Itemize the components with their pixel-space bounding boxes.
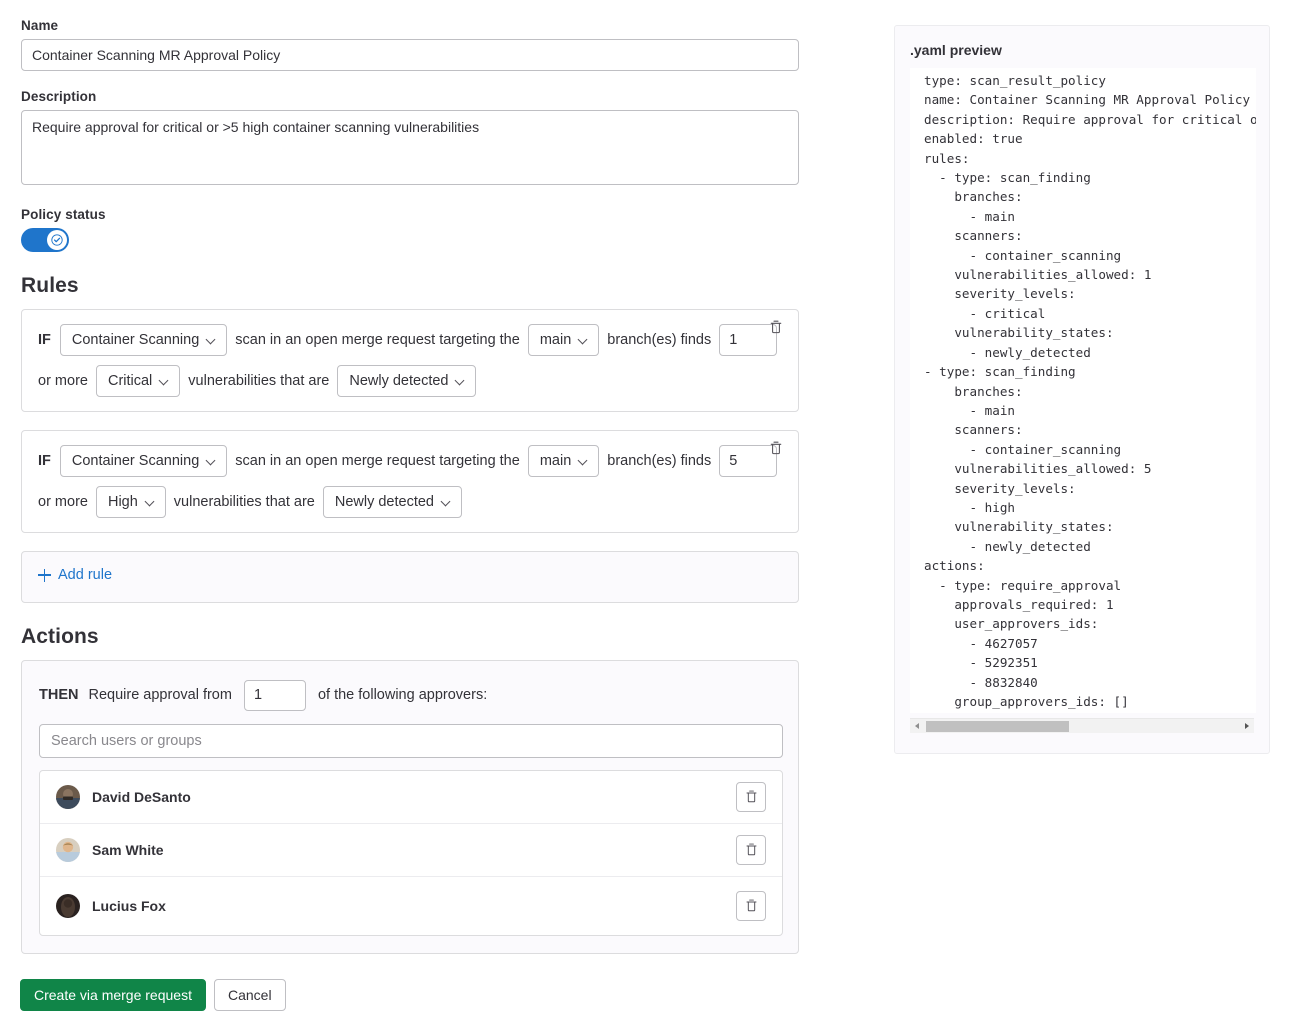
yaml-code-container: type: scan_result_policy name: Container… bbox=[910, 68, 1256, 713]
add-rule-button[interactable]: Add rule bbox=[38, 567, 112, 583]
branch-dropdown[interactable]: main bbox=[528, 445, 599, 477]
form-footer: Create via merge request Cancel bbox=[20, 979, 286, 1011]
rule-branch-suffix: branch(es) finds bbox=[607, 453, 711, 469]
branch-value: main bbox=[540, 453, 571, 469]
scanner-value: Container Scanning bbox=[72, 453, 199, 469]
description-input[interactable]: Require approval for critical or >5 high… bbox=[21, 110, 799, 185]
chevron-down-icon bbox=[146, 497, 156, 507]
approver-name: David DeSanto bbox=[92, 789, 191, 805]
cancel-button[interactable]: Cancel bbox=[214, 979, 286, 1011]
approvals-required-input[interactable] bbox=[244, 680, 306, 711]
remove-approver-button[interactable] bbox=[736, 891, 766, 921]
rule-vuln-text: vulnerabilities that are bbox=[174, 494, 315, 510]
list-item: David DeSanto bbox=[40, 771, 782, 824]
rule-if-label: IF bbox=[38, 453, 51, 469]
description-label: Description bbox=[21, 89, 799, 104]
chevron-down-icon bbox=[160, 376, 170, 386]
scroll-right-arrow-icon[interactable] bbox=[1240, 722, 1254, 730]
trash-icon bbox=[768, 440, 784, 456]
remove-approver-button[interactable] bbox=[736, 782, 766, 812]
delete-rule-button[interactable] bbox=[766, 317, 786, 337]
rule-if-label: IF bbox=[38, 332, 51, 348]
severity-value: High bbox=[108, 494, 138, 510]
add-rule-card: Add rule bbox=[21, 551, 799, 603]
trash-icon bbox=[744, 898, 759, 913]
approver-name: Lucius Fox bbox=[92, 898, 166, 914]
approver-list: David DeSanto bbox=[39, 770, 783, 936]
list-item: Sam White bbox=[40, 824, 782, 877]
actions-card: THEN Require approval from of the follow… bbox=[21, 660, 799, 954]
severity-dropdown[interactable]: Critical bbox=[96, 365, 180, 397]
approver-name: Sam White bbox=[92, 842, 164, 858]
rule-vuln-text: vulnerabilities that are bbox=[188, 373, 329, 389]
approver-search-input[interactable] bbox=[39, 724, 783, 758]
delete-rule-button[interactable] bbox=[766, 438, 786, 458]
state-value: Newly detected bbox=[335, 494, 434, 510]
toggle-knob bbox=[47, 230, 67, 250]
check-icon bbox=[51, 234, 63, 246]
following-approvers-text: of the following approvers: bbox=[318, 687, 487, 703]
trash-icon bbox=[768, 319, 784, 335]
rule-branch-suffix: branch(es) finds bbox=[607, 332, 711, 348]
require-approval-text: Require approval from bbox=[88, 687, 231, 703]
name-input[interactable] bbox=[21, 39, 799, 71]
list-item: Lucius Fox bbox=[40, 877, 782, 935]
rule-mid-text: scan in an open merge request targeting … bbox=[235, 332, 520, 348]
chevron-down-icon bbox=[579, 335, 589, 345]
rule-mid-text: scan in an open merge request targeting … bbox=[235, 453, 520, 469]
chevron-down-icon bbox=[579, 456, 589, 466]
name-label: Name bbox=[21, 18, 799, 33]
rule-card: IF Container Scanning scan in an open me… bbox=[21, 430, 799, 533]
trash-icon bbox=[744, 789, 759, 804]
rule-ormore-label: or more bbox=[38, 373, 88, 389]
then-row: THEN Require approval from of the follow… bbox=[39, 680, 781, 711]
rule-card: IF Container Scanning scan in an open me… bbox=[21, 309, 799, 412]
scrollbar-track[interactable] bbox=[924, 721, 1240, 732]
chevron-down-icon bbox=[442, 497, 452, 507]
avatar bbox=[56, 838, 80, 862]
yaml-preview-title: .yaml preview bbox=[910, 42, 1254, 58]
severity-dropdown[interactable]: High bbox=[96, 486, 166, 518]
policy-editor-page: Name Description Require approval for cr… bbox=[0, 0, 1289, 1031]
remove-approver-button[interactable] bbox=[736, 835, 766, 865]
state-value: Newly detected bbox=[349, 373, 448, 389]
scrollbar-thumb[interactable] bbox=[926, 721, 1069, 732]
policy-status-label: Policy status bbox=[21, 207, 799, 222]
add-rule-label: Add rule bbox=[58, 567, 112, 583]
chevron-down-icon bbox=[207, 335, 217, 345]
then-label: THEN bbox=[39, 687, 78, 703]
branch-value: main bbox=[540, 332, 571, 348]
yaml-preview-panel: .yaml preview type: scan_result_policy n… bbox=[894, 25, 1270, 754]
yaml-horizontal-scrollbar[interactable] bbox=[910, 718, 1254, 733]
chevron-down-icon bbox=[456, 376, 466, 386]
yaml-code: type: scan_result_policy name: Container… bbox=[910, 68, 1256, 711]
scroll-left-arrow-icon[interactable] bbox=[910, 722, 924, 730]
scanner-dropdown[interactable]: Container Scanning bbox=[60, 445, 227, 477]
avatar bbox=[56, 785, 80, 809]
policy-status-toggle[interactable] bbox=[21, 228, 69, 252]
create-via-merge-request-button[interactable]: Create via merge request bbox=[20, 979, 206, 1011]
branch-dropdown[interactable]: main bbox=[528, 324, 599, 356]
vulnerability-state-dropdown[interactable]: Newly detected bbox=[337, 365, 476, 397]
scanner-value: Container Scanning bbox=[72, 332, 199, 348]
scanner-dropdown[interactable]: Container Scanning bbox=[60, 324, 227, 356]
severity-value: Critical bbox=[108, 373, 152, 389]
plus-icon bbox=[38, 569, 51, 582]
trash-icon bbox=[744, 842, 759, 857]
rules-title: Rules bbox=[21, 274, 799, 298]
actions-title: Actions bbox=[21, 625, 799, 649]
chevron-down-icon bbox=[207, 456, 217, 466]
vulnerability-state-dropdown[interactable]: Newly detected bbox=[323, 486, 462, 518]
policy-form: Name Description Require approval for cr… bbox=[21, 18, 799, 954]
avatar bbox=[56, 894, 80, 918]
rule-ormore-label: or more bbox=[38, 494, 88, 510]
